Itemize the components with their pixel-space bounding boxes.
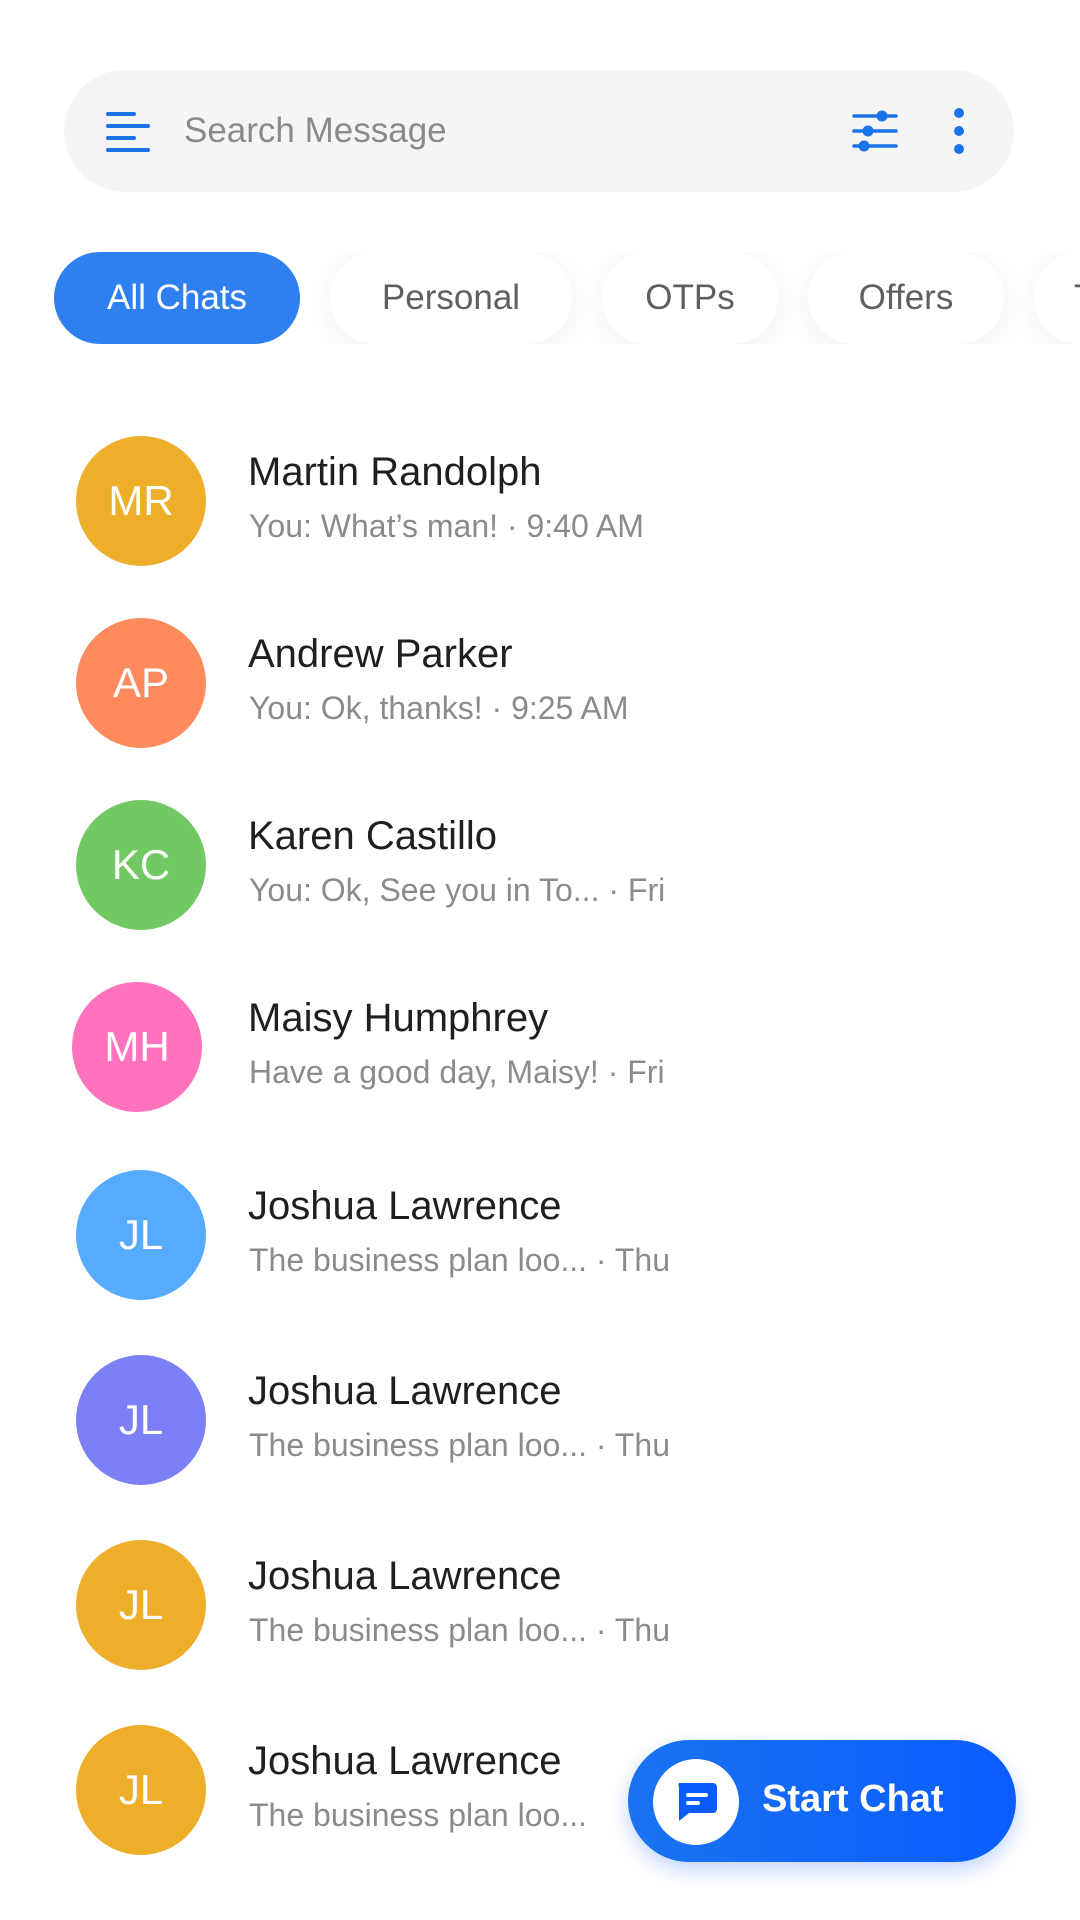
avatar: AP: [76, 618, 206, 748]
tab-personal[interactable]: Personal: [330, 252, 572, 344]
chat-row[interactable]: JL Joshua Lawrence The business plan loo…: [0, 1528, 1080, 1688]
more-vertical-icon[interactable]: [944, 106, 974, 156]
avatar: KC: [76, 800, 206, 930]
menu-icon[interactable]: [106, 112, 150, 152]
chat-bubble-icon: [653, 1759, 739, 1845]
chat-preview: The business plan loo... · Thu: [249, 1612, 670, 1648]
avatar: JL: [76, 1170, 206, 1300]
avatar: JL: [76, 1725, 206, 1855]
chat-preview: The business plan loo...: [249, 1797, 587, 1833]
tab-all-chats[interactable]: All Chats: [54, 252, 300, 344]
chat-name: Andrew Parker: [248, 632, 513, 676]
tab-otps[interactable]: OTPs: [602, 252, 778, 344]
chat-filter-tabs: All Chats Personal OTPs Offers T: [54, 252, 1080, 344]
chat-row[interactable]: AP Andrew Parker You: Ok, thanks! · 9:25…: [0, 606, 1080, 766]
tab-more[interactable]: T: [1034, 252, 1080, 344]
chat-name: Martin Randolph: [248, 450, 542, 494]
chat-name: Karen Castillo: [248, 814, 498, 858]
chat-name: Joshua Lawrence: [248, 1184, 562, 1228]
chat-preview: Have a good day, Maisy! · Fri: [249, 1054, 665, 1090]
avatar: MR: [76, 436, 206, 566]
chat-row[interactable]: MR Martin Randolph You: What’s man! · 9:…: [0, 424, 1080, 584]
avatar: MH: [72, 982, 202, 1112]
chat-preview: You: What’s man! · 9:40 AM: [249, 508, 644, 544]
search-bar: [64, 70, 1014, 192]
avatar: JL: [76, 1355, 206, 1485]
chat-row[interactable]: JL Joshua Lawrence The business plan loo…: [0, 1343, 1080, 1503]
chat-row[interactable]: MH Maisy Humphrey Have a good day, Maisy…: [0, 970, 1080, 1130]
chat-row[interactable]: KC Karen Castillo You: Ok, See you in To…: [0, 788, 1080, 948]
start-chat-label: Start Chat: [762, 1778, 944, 1820]
chat-preview: You: Ok, See you in To... · Fri: [249, 872, 666, 908]
chat-preview: The business plan loo... · Thu: [249, 1242, 670, 1278]
start-chat-button[interactable]: Start Chat: [628, 1740, 1016, 1862]
search-input[interactable]: [184, 98, 764, 164]
chat-name: Joshua Lawrence: [248, 1554, 562, 1598]
avatar: JL: [76, 1540, 206, 1670]
chat-preview: The business plan loo... · Thu: [249, 1427, 670, 1463]
chat-name: Joshua Lawrence: [248, 1739, 562, 1783]
tab-offers[interactable]: Offers: [808, 252, 1004, 344]
chat-name: Maisy Humphrey: [248, 996, 549, 1040]
chat-row[interactable]: JL Joshua Lawrence The business plan loo…: [0, 1158, 1080, 1318]
chat-name: Joshua Lawrence: [248, 1369, 562, 1413]
chat-preview: You: Ok, thanks! · 9:25 AM: [249, 690, 629, 726]
sliders-icon[interactable]: [852, 108, 898, 154]
